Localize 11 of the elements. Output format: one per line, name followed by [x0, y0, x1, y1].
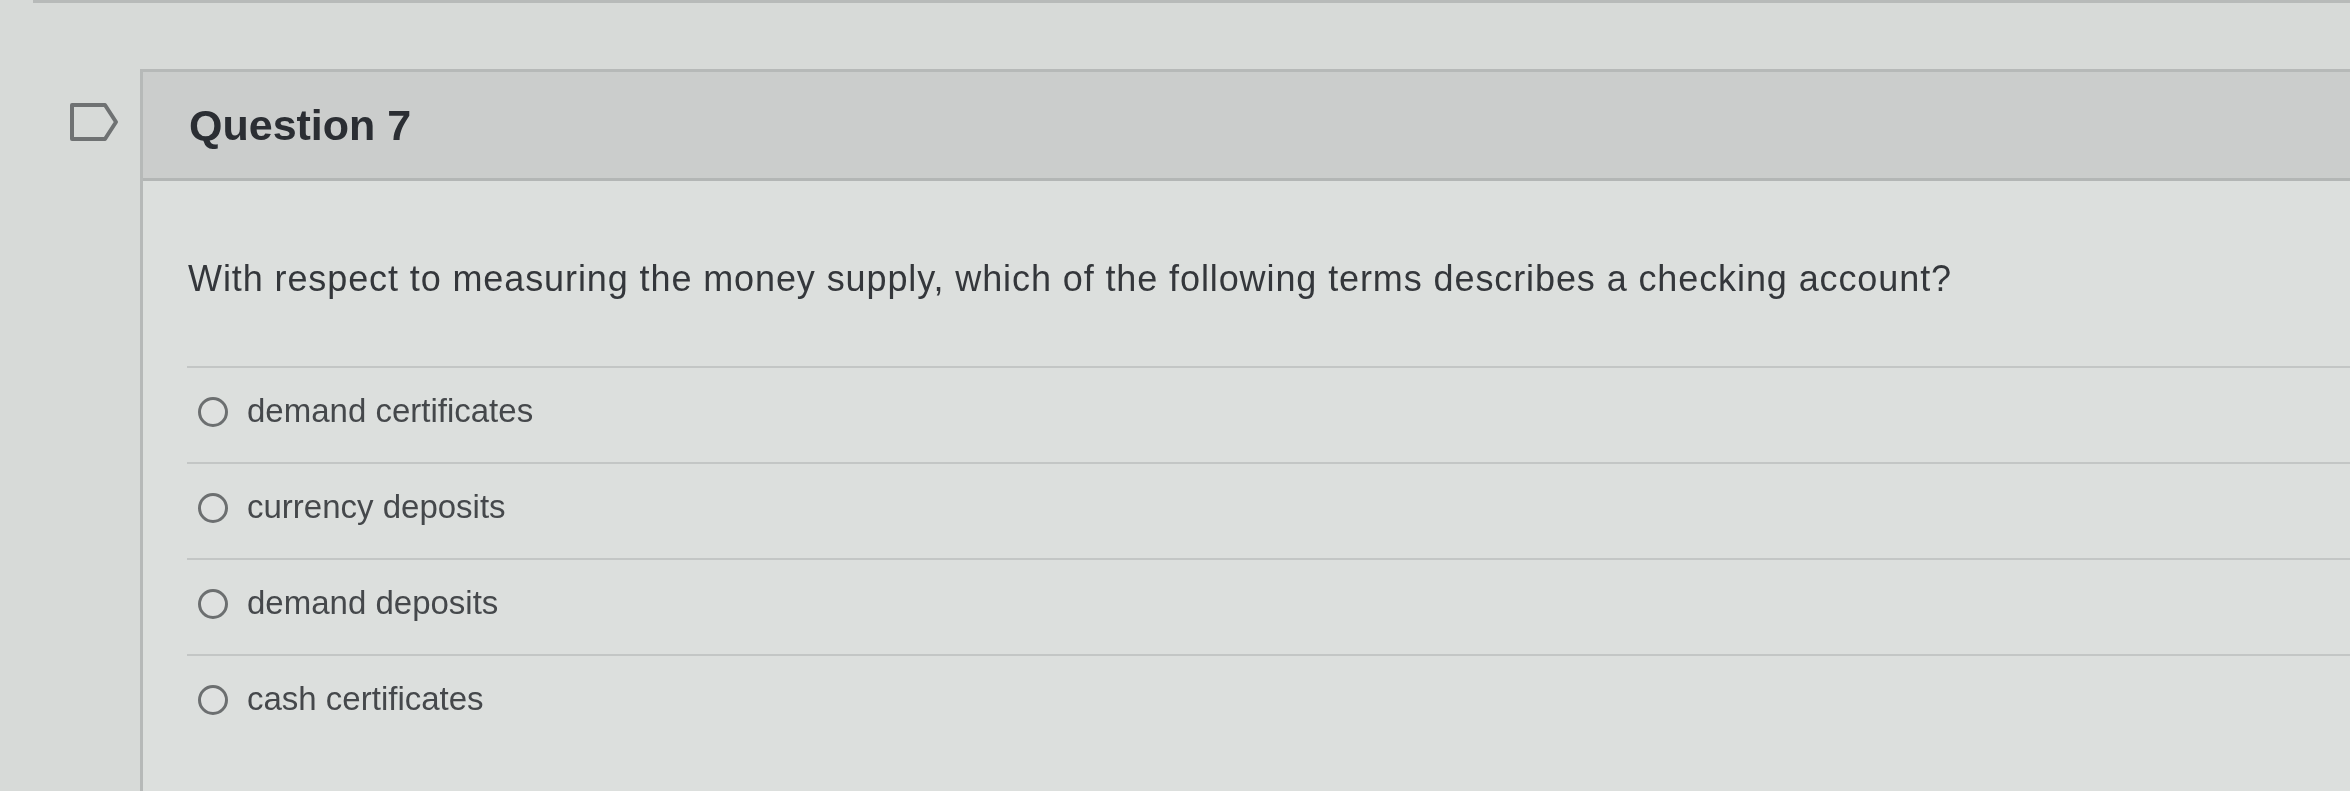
question-title: Question 7: [189, 100, 412, 150]
option-label[interactable]: currency deposits: [247, 488, 506, 526]
radio-button[interactable]: [198, 493, 228, 523]
option-label[interactable]: demand deposits: [247, 584, 499, 622]
question-text: With respect to measuring the money supply, which of the following terms describes a checking account?: [188, 257, 1953, 301]
radio-button[interactable]: [198, 685, 228, 715]
option-label[interactable]: demand certificates: [247, 392, 534, 430]
tag-icon[interactable]: [69, 102, 119, 142]
option-label[interactable]: cash certificates: [247, 680, 484, 718]
radio-button[interactable]: [198, 397, 228, 427]
radio-button[interactable]: [198, 589, 228, 619]
